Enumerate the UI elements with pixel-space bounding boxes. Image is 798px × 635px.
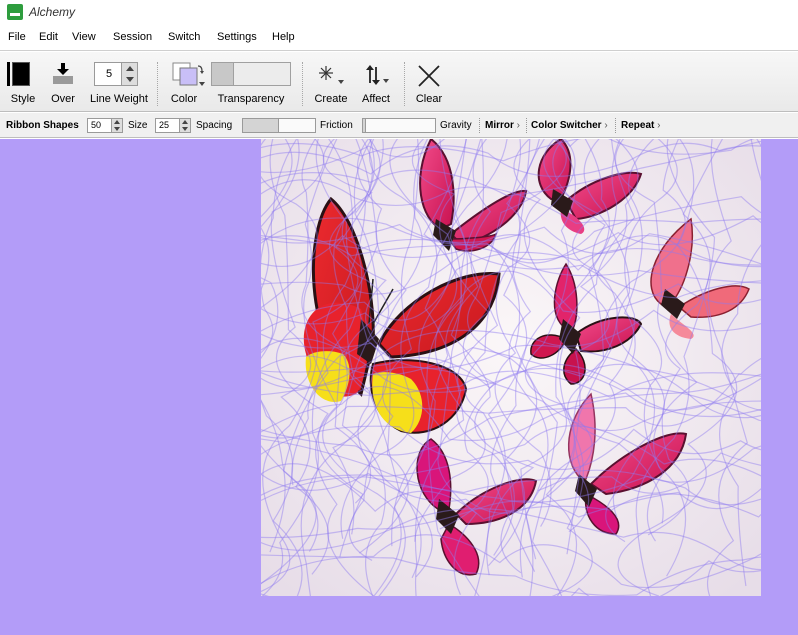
friction-slider[interactable] (362, 118, 436, 133)
chevron-right-icon: › (513, 120, 521, 131)
size-label: Size (128, 120, 148, 131)
menu-edit[interactable]: Edit (39, 31, 58, 43)
spacing-slider[interactable] (242, 118, 316, 133)
menu-settings[interactable]: Settings (217, 31, 257, 43)
color-button[interactable]: Color (162, 52, 206, 112)
menu-switch[interactable]: Switch (168, 31, 200, 43)
spin-down-icon[interactable] (182, 127, 188, 131)
spin-up-icon[interactable] (126, 66, 134, 71)
line-weight-value[interactable]: 5 (95, 68, 123, 80)
spin-down-icon[interactable] (114, 127, 120, 131)
toolbar-divider (302, 62, 303, 106)
transparency-slider-fill (212, 63, 234, 85)
style-button[interactable]: Style (4, 52, 42, 112)
clear-x-icon (418, 65, 440, 87)
butterfly-photo (261, 139, 761, 596)
affect-button[interactable]: Affect (356, 52, 396, 112)
style-swatch-icon (7, 62, 30, 86)
over-label: Over (51, 93, 75, 105)
options-divider (479, 118, 480, 133)
create-sparkle-icon (319, 66, 344, 84)
repeat-menu[interactable]: Repeat › (621, 120, 660, 131)
mirror-label: Mirror (485, 120, 514, 131)
spin-up-icon[interactable] (182, 120, 188, 124)
style-label: Style (10, 93, 36, 105)
options-divider (615, 118, 616, 133)
transparency-slider[interactable] (211, 62, 291, 86)
layer-over-icon (53, 63, 73, 84)
chevron-right-icon: › (654, 120, 661, 131)
clear-button[interactable]: Clear (410, 52, 448, 112)
clear-label: Clear (415, 93, 443, 105)
size-stepper[interactable]: 25 (155, 118, 191, 133)
shape-count-stepper[interactable]: 50 (87, 118, 123, 133)
spacing-label: Spacing (196, 120, 233, 131)
window-title: Alchemy (29, 5, 76, 19)
mirror-menu[interactable]: Mirror › (485, 120, 520, 131)
title-bar: Alchemy (0, 0, 798, 25)
menu-help[interactable]: Help (272, 31, 295, 43)
repeat-label: Repeat (621, 120, 655, 131)
color-label: Color (170, 93, 198, 105)
color-switcher-menu[interactable]: Color Switcher › (531, 120, 608, 131)
toolbar-divider (157, 62, 158, 106)
shape-options-bar: Ribbon Shapes 50 Size 25 Spacing Frictio… (0, 113, 798, 138)
menu-session[interactable]: Session (113, 31, 152, 43)
alchemy-app-icon (7, 4, 23, 20)
options-divider (526, 118, 527, 133)
shape-name-label: Ribbon Shapes (6, 120, 79, 131)
butterfly-artwork (261, 139, 761, 596)
line-weight-control: 5 Line Weight (88, 52, 150, 112)
shape-count-value[interactable]: 50 (91, 120, 101, 130)
menu-view[interactable]: View (72, 31, 96, 43)
spin-down-icon[interactable] (126, 77, 134, 82)
spacing-slider-fill (243, 119, 279, 132)
menu-bar: File Edit View Session Switch Settings H… (0, 25, 798, 51)
color-switcher-label: Color Switcher (531, 120, 602, 131)
line-weight-label: Line Weight (90, 93, 148, 105)
line-weight-spinner[interactable] (121, 63, 137, 85)
menu-file[interactable]: File (8, 31, 26, 43)
friction-slider-fill (363, 119, 366, 132)
create-button[interactable]: Create (311, 52, 351, 112)
size-value[interactable]: 25 (159, 120, 169, 130)
shape-count-spinner[interactable] (111, 119, 122, 132)
spin-up-icon[interactable] (114, 120, 120, 124)
affect-arrows-icon (366, 65, 389, 85)
line-weight-stepper[interactable]: 5 (94, 62, 138, 86)
drawing-canvas[interactable] (0, 139, 798, 635)
over-button[interactable]: Over (47, 52, 79, 112)
friction-label: Friction (320, 120, 353, 131)
transparency-label: Transparency (217, 93, 285, 105)
size-spinner[interactable] (179, 119, 190, 132)
gravity-label[interactable]: Gravity (440, 120, 472, 131)
affect-label: Affect (362, 93, 390, 105)
create-label: Create (314, 93, 348, 105)
transparency-control: Transparency (211, 52, 291, 112)
toolbar: Style Over 5 Line Weight Color Transpare… (0, 52, 798, 112)
color-swap-icon (172, 62, 205, 86)
chevron-right-icon: › (601, 120, 608, 131)
toolbar-divider (404, 62, 405, 106)
